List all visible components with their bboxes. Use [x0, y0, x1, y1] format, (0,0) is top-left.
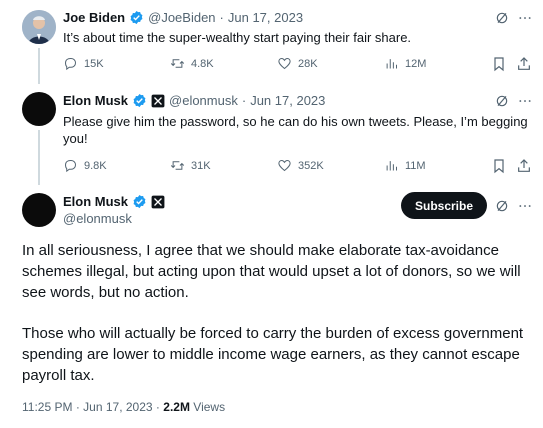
retweet-icon: [170, 161, 185, 170]
retweet-button[interactable]: 4.8K: [170, 56, 214, 71]
bookmark-icon[interactable]: [490, 157, 508, 175]
author-handle[interactable]: @elonmusk: [169, 93, 238, 108]
more-icon[interactable]: [516, 197, 534, 215]
reply-button[interactable]: 9.8K: [63, 158, 107, 173]
tweet-date[interactable]: Jun 17, 2023: [228, 10, 303, 25]
reply-icon: [64, 58, 77, 71]
verified-badge-icon: [130, 10, 143, 25]
author-name[interactable]: Elon Musk: [63, 93, 128, 108]
views-count: 11M: [405, 159, 426, 172]
verified-badge-icon: [133, 194, 146, 209]
views-count: 12M: [405, 57, 427, 70]
tweet-text: It’s about time the super-wealthy start …: [63, 30, 412, 45]
like-count: 28K: [298, 57, 318, 70]
reply-button[interactable]: 15K: [63, 56, 104, 71]
avatar-elon-musk[interactable]: [22, 193, 56, 227]
author-name[interactable]: Joe Biden: [63, 10, 125, 25]
views-icon: [386, 161, 397, 171]
views-button[interactable]: 12M: [384, 56, 426, 71]
thread-line: [38, 130, 40, 185]
tweet-paragraph-1: In all seriousness, I agree that we shou…: [22, 242, 521, 301]
separator: ·: [241, 93, 247, 108]
like-icon: [278, 57, 291, 70]
avatar-elon-musk[interactable]: [22, 92, 56, 126]
subscribe-button[interactable]: Subscribe: [401, 192, 487, 219]
views-label: Views: [193, 400, 226, 414]
tweet2-header: Elon Musk @elonmusk · Jun 17, 2023: [63, 93, 325, 108]
reply-count: 9.8K: [84, 159, 107, 172]
more-icon[interactable]: [516, 9, 534, 27]
tweet-paragraph-2: Those who will actually be forced to car…: [22, 325, 524, 384]
author-handle[interactable]: @elonmusk: [63, 211, 132, 226]
views-count: 2.2M: [163, 400, 190, 414]
tweet1-header: Joe Biden @JoeBiden · Jun 17, 2023: [63, 10, 303, 25]
retweet-icon: [170, 59, 185, 68]
reply-count: 15K: [84, 57, 104, 70]
tweet-time[interactable]: 11:25 PM: [22, 400, 72, 414]
tweet-meta: 11:25 PM · Jun 17, 2023 · 2.2M Views: [22, 400, 225, 414]
reply-icon: [64, 160, 77, 173]
grok-icon[interactable]: [493, 197, 511, 215]
more-icon[interactable]: [516, 92, 534, 110]
thread-line: [38, 48, 40, 84]
author-handle[interactable]: @JoeBiden: [148, 10, 215, 25]
tweet-date[interactable]: Jun 17, 2023: [250, 93, 325, 108]
bookmark-icon[interactable]: [490, 55, 508, 73]
separator: ·: [155, 400, 160, 414]
tweet-text: Please give him the password, so he can …: [63, 114, 528, 146]
verified-badge-icon: [133, 93, 146, 108]
share-icon[interactable]: [515, 55, 533, 73]
retweet-count: 4.8K: [191, 57, 214, 70]
tweet-date[interactable]: Jun 17, 2023: [83, 400, 152, 414]
like-count: 352K: [298, 159, 324, 172]
like-button[interactable]: 352K: [277, 158, 324, 173]
main-tweet-author: Elon Musk: [63, 194, 165, 209]
x-logo-icon: [151, 195, 165, 208]
separator: ·: [75, 400, 80, 414]
like-icon: [278, 159, 291, 172]
separator: ·: [219, 10, 224, 25]
like-button[interactable]: 28K: [277, 56, 318, 71]
avatar-joe-biden[interactable]: [22, 10, 56, 44]
author-name[interactable]: Elon Musk: [63, 194, 128, 209]
retweet-count: 31K: [191, 159, 211, 172]
x-logo-icon: [151, 94, 165, 107]
grok-icon[interactable]: [493, 9, 511, 27]
retweet-button[interactable]: 31K: [170, 158, 211, 173]
grok-icon[interactable]: [493, 92, 511, 110]
views-icon: [386, 59, 397, 69]
share-icon[interactable]: [515, 157, 533, 175]
views-button[interactable]: 11M: [384, 158, 426, 173]
